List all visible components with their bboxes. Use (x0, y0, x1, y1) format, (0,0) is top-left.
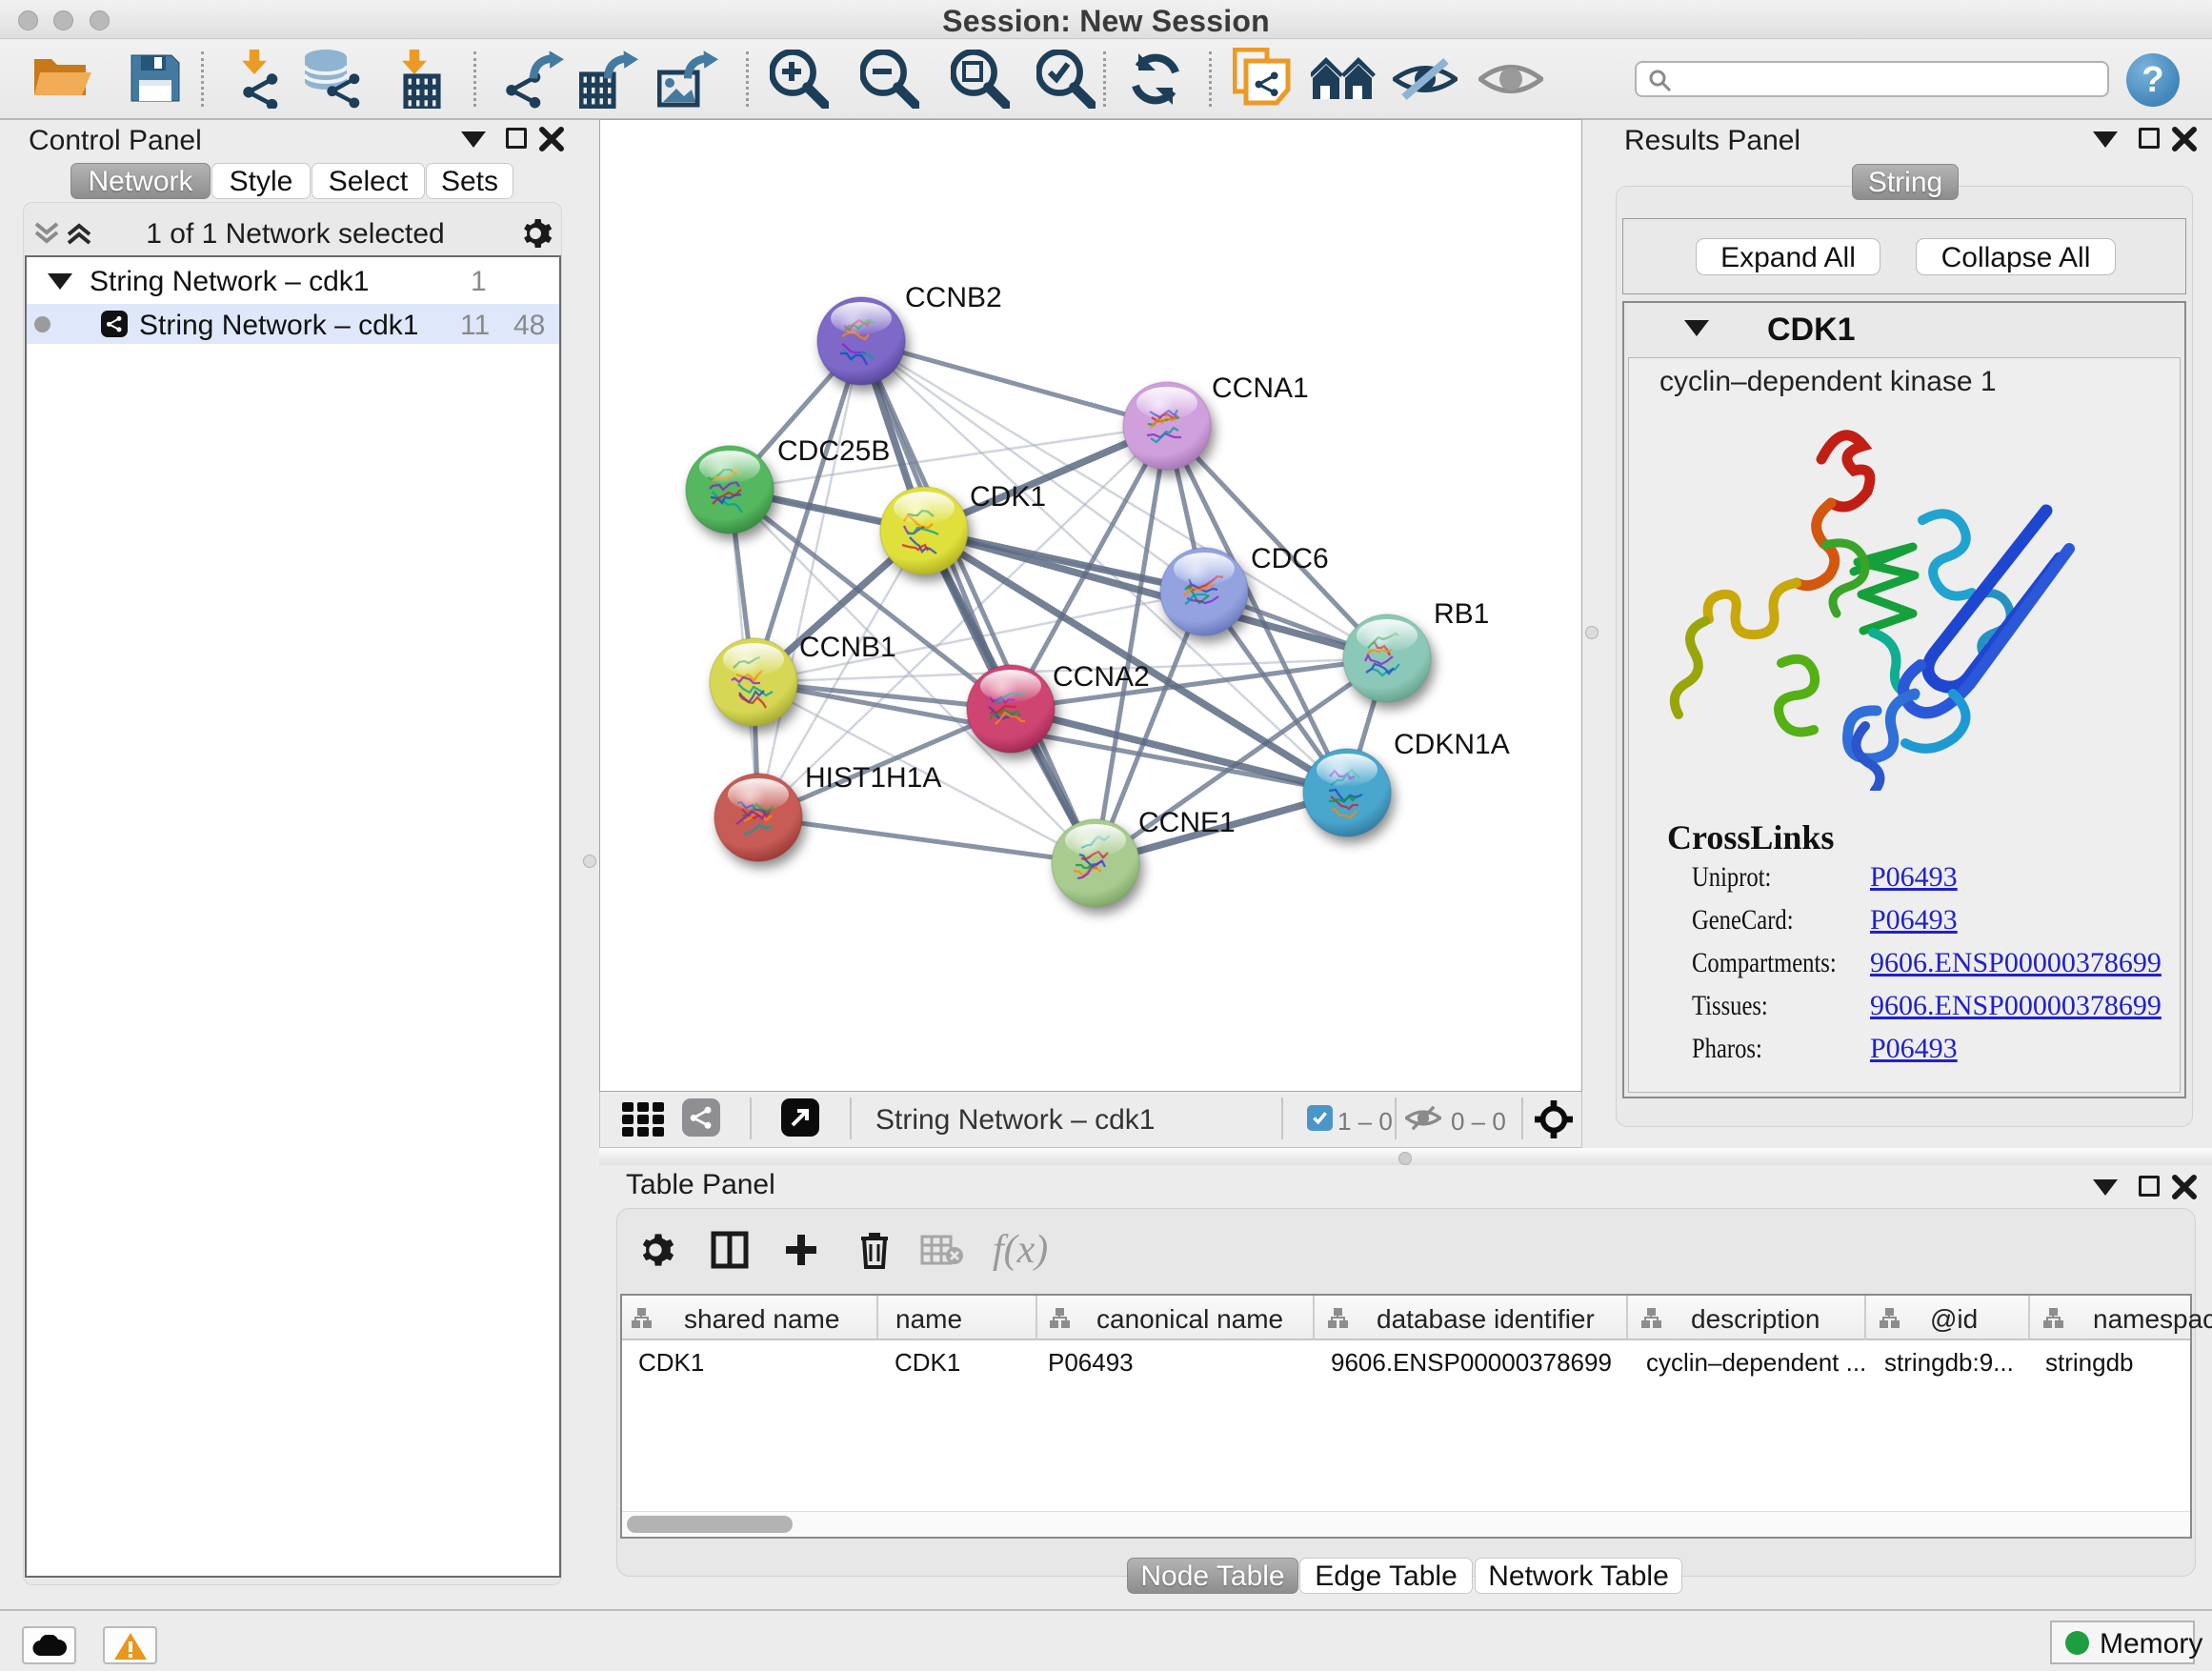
svg-text:HIST1H1A: HIST1H1A (805, 762, 941, 794)
svg-text:CDK1: CDK1 (970, 481, 1046, 513)
svg-text:CCNB2: CCNB2 (905, 282, 1002, 313)
svg-text:CCNA2: CCNA2 (1053, 661, 1150, 693)
svg-text:CDC6: CDC6 (1251, 543, 1329, 574)
svg-text:CCNE1: CCNE1 (1138, 807, 1236, 838)
svg-text:CDKN1A: CDKN1A (1394, 729, 1510, 760)
svg-text:CDC25B: CDC25B (777, 435, 890, 467)
svg-text:CCNB1: CCNB1 (799, 632, 896, 663)
svg-text:CCNA1: CCNA1 (1212, 372, 1309, 404)
svg-text:RB1: RB1 (1434, 598, 1489, 630)
